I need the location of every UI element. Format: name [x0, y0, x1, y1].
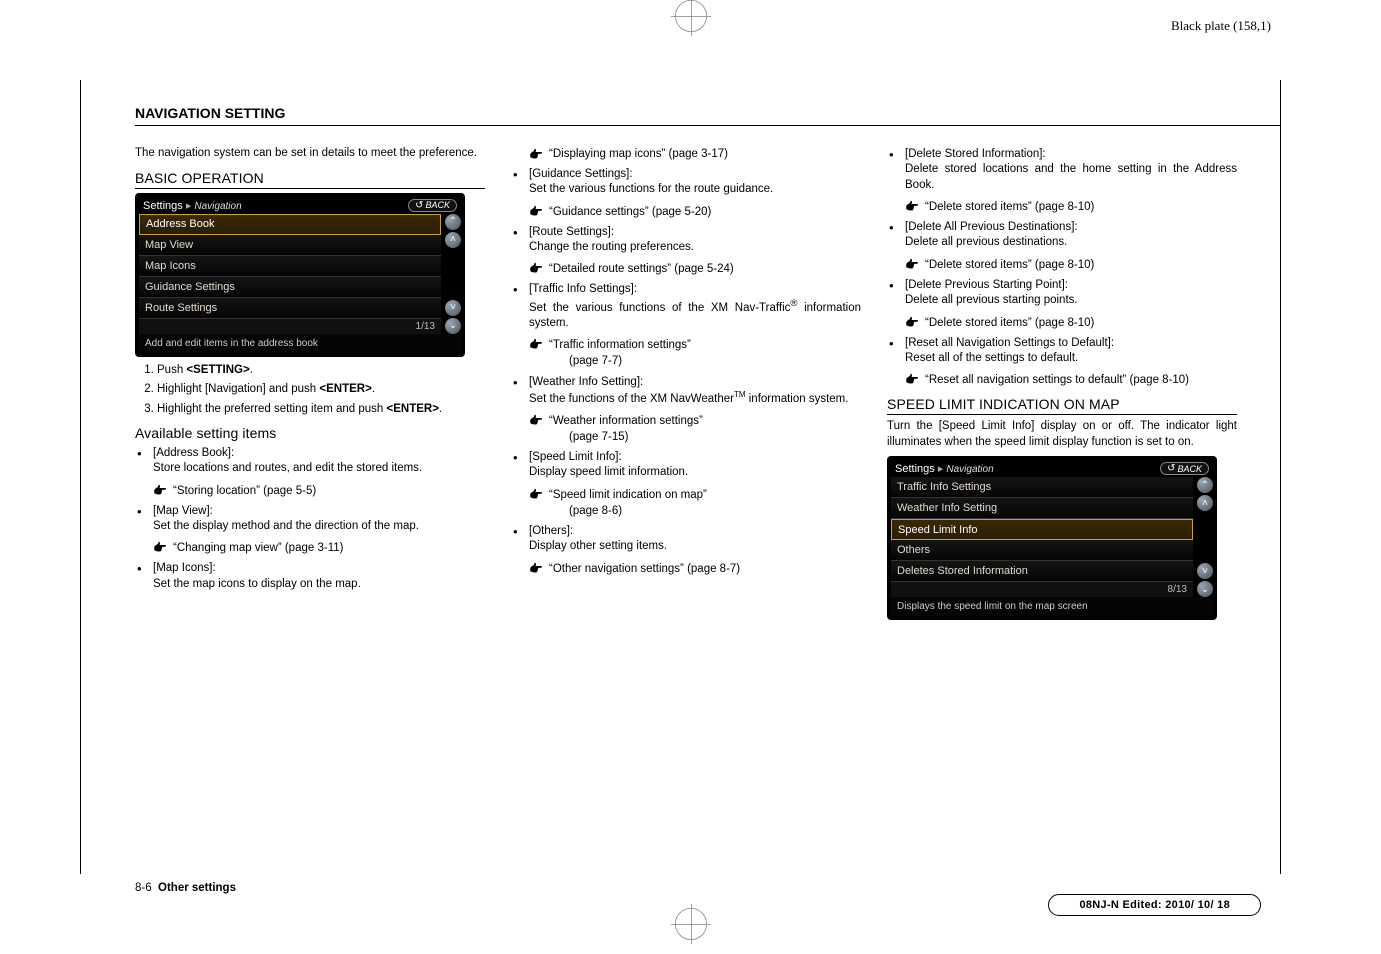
- scr1-row-3: Guidance Settings: [139, 277, 441, 298]
- pointer-icon: [529, 204, 549, 220]
- scr1-back: BACK: [408, 199, 457, 212]
- section-title: NAVIGATION SETTING: [135, 105, 1281, 121]
- step-3: Highlight the preferred setting item and…: [157, 402, 485, 418]
- pointer-icon: [153, 483, 173, 499]
- item-reset-default: [Reset all Navigation Settings to Defaul…: [887, 335, 1237, 389]
- scr2-back: BACK: [1160, 462, 1209, 475]
- register-mark-bottom: [675, 908, 707, 940]
- item-del-prev-dest: [Delete All Previous Destinations]: Dele…: [887, 219, 1237, 273]
- item-traffic: [Traffic Info Settings]: Set the various…: [511, 281, 861, 369]
- scr1-scrollbar: ⌃˄ ˅⌄: [445, 214, 461, 334]
- column-1: The navigation system can be set in deta…: [135, 146, 485, 598]
- screenshot-speed-limit: Settings ▸ Navigation BACK Traffic Info …: [887, 456, 1217, 620]
- screenshot-settings-nav: Settings ▸ Navigation BACK Address Book …: [135, 193, 465, 357]
- col2-bullets: [Guidance Settings]: Set the various fun…: [511, 166, 861, 577]
- scr2-helper: Displays the speed limit on the map scre…: [891, 597, 1213, 616]
- column-3: [Delete Stored Information]: Delete stor…: [887, 146, 1237, 626]
- scr1-sub: Navigation: [194, 201, 241, 212]
- pointer-icon: [529, 487, 549, 503]
- scr2-row-3: Others: [891, 540, 1193, 561]
- scr1-counter: 1/13: [139, 319, 441, 334]
- trim-line-left: [80, 80, 81, 874]
- item-route: [Route Settings]: Change the routing pre…: [511, 224, 861, 278]
- body-columns: The navigation system can be set in deta…: [135, 146, 1281, 626]
- item-map-icons: [Map Icons]: Set the map icons to displa…: [135, 560, 485, 592]
- register-mark-top: [675, 0, 707, 32]
- pointer-icon: [905, 257, 925, 273]
- pointer-icon: [529, 337, 549, 353]
- pointer-icon: [905, 315, 925, 331]
- numbered-steps: Push <SETTING>. Highlight [Navigation] a…: [135, 363, 485, 418]
- pointer-icon: [529, 148, 549, 161]
- item-map-view: [Map View]: Set the display method and t…: [135, 503, 485, 557]
- step-2: Highlight [Navigation] and push <ENTER>.: [157, 382, 485, 398]
- item-speedlimit: [Speed Limit Info]: Display speed limit …: [511, 449, 861, 519]
- scr1-row-0: Address Book: [139, 214, 441, 235]
- column-2: “Displaying map icons” (page 3-17) [Guid…: [511, 146, 861, 581]
- item-guidance: [Guidance Settings]: Set the various fun…: [511, 166, 861, 220]
- available-items-head: Available setting items: [135, 425, 485, 441]
- speed-limit-paragraph: Turn the [Speed Limit Info] display on o…: [887, 419, 1237, 450]
- scr2-row-0: Traffic Info Settings: [891, 477, 1193, 498]
- pointer-icon: [529, 413, 549, 429]
- col1-bullets: [Address Book]: Store locations and rout…: [135, 445, 485, 592]
- scr2-row-2: Speed Limit Info: [891, 519, 1193, 540]
- scr2-title: Settings: [895, 463, 935, 475]
- intro-paragraph: The navigation system can be set in deta…: [135, 146, 485, 162]
- item-del-stored: [Delete Stored Information]: Delete stor…: [887, 146, 1237, 215]
- page-footer: 8-6 Other settings: [135, 882, 236, 894]
- pointer-icon: [905, 199, 925, 215]
- scr1-helper: Add and edit items in the address book: [139, 334, 461, 353]
- basic-operation-head: BASIC OPERATION: [135, 170, 485, 189]
- scr2-sub: Navigation: [946, 464, 993, 475]
- step-1: Push <SETTING>.: [157, 363, 485, 379]
- speed-limit-head: SPEED LIMIT INDICATION ON MAP: [887, 396, 1237, 415]
- scr2-scrollbar: ⌃˄ ˅⌄: [1197, 477, 1213, 597]
- scr1-title: Settings: [143, 200, 183, 212]
- item-address-book: [Address Book]: Store locations and rout…: [135, 445, 485, 499]
- plate-mark: Black plate (158,1): [1171, 18, 1271, 34]
- section-rule: [135, 125, 1281, 126]
- scr1-row-4: Route Settings: [139, 298, 441, 319]
- scr2-row-4: Deletes Stored Information: [891, 561, 1193, 582]
- scr1-row-1: Map View: [139, 235, 441, 256]
- pointer-icon: [153, 540, 173, 556]
- item-del-prev-start: [Delete Previous Starting Point]: Delete…: [887, 277, 1237, 331]
- trim-line-right: [1280, 80, 1281, 874]
- pointer-icon: [529, 261, 549, 277]
- scr2-counter: 8/13: [891, 582, 1193, 597]
- scr2-row-1: Weather Info Setting: [891, 498, 1193, 519]
- scr1-row-2: Map Icons: [139, 256, 441, 277]
- edit-stamp: 08NJ-N Edited: 2010/ 10/ 18: [1048, 894, 1261, 916]
- col3-bullets: [Delete Stored Information]: Delete stor…: [887, 146, 1237, 388]
- pointer-icon: [905, 372, 925, 388]
- item-others: [Others]: Display other setting items. “…: [511, 523, 861, 577]
- pointer-icon: [529, 561, 549, 577]
- item-weather: [Weather Info Setting]: Set the function…: [511, 374, 861, 446]
